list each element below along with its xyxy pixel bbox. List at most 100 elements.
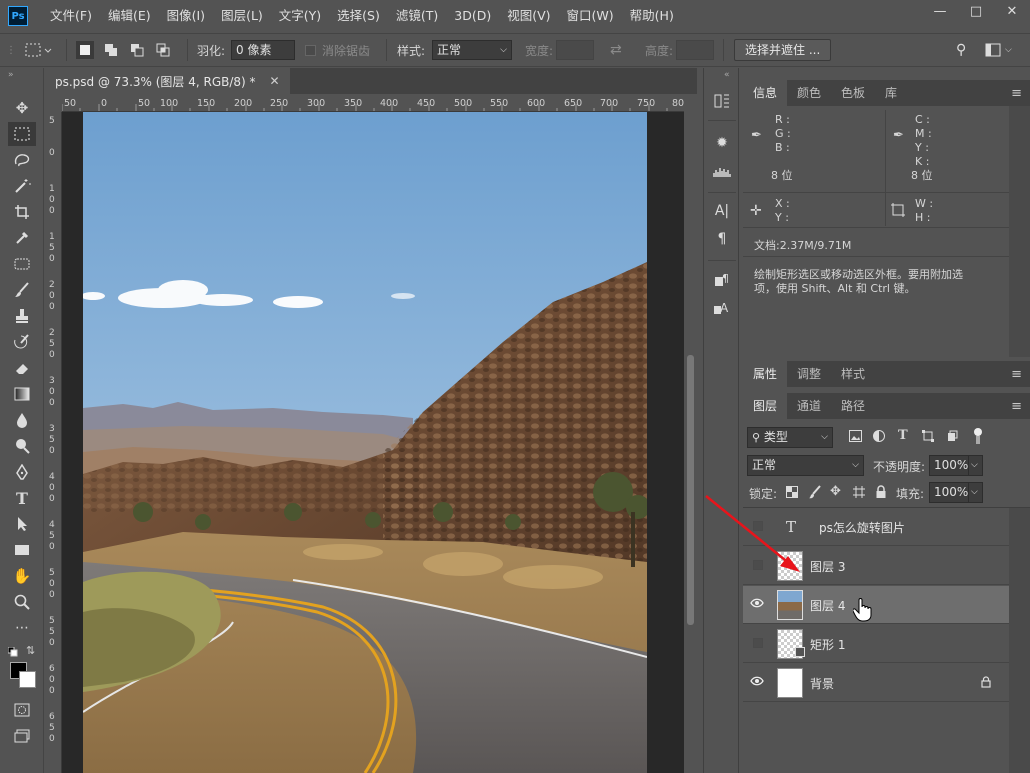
panel-menu-icon[interactable]: ≡ (1011, 86, 1022, 101)
info-panel-scrollbar[interactable] (1009, 106, 1030, 357)
eye-icon[interactable] (750, 597, 764, 611)
minimize-icon[interactable]: — (922, 0, 958, 22)
tab-color[interactable]: 颜色 (787, 80, 831, 106)
menu-help[interactable]: 帮助(H) (622, 0, 682, 32)
tab-layers[interactable]: 图层 (743, 393, 788, 419)
tab-channels[interactable]: 通道 (787, 393, 831, 419)
scrollbar-thumb[interactable] (687, 355, 694, 625)
menu-3d[interactable]: 3D(D) (446, 0, 499, 32)
canvas-vertical-scrollbar[interactable] (684, 95, 697, 773)
blend-mode-select[interactable]: 正常 ⌵ (747, 455, 864, 476)
more-tools-icon[interactable]: ⋯ (8, 616, 36, 640)
character-panel-icon[interactable]: A| (708, 200, 736, 222)
layer-row-selected[interactable]: 图层 4 (743, 586, 1009, 624)
paragraph-panel-icon[interactable]: ¶ (708, 228, 736, 250)
default-colors-icon[interactable] (7, 646, 18, 657)
filter-toggle-icon[interactable] (973, 427, 983, 448)
lock-image-pixels-icon[interactable] (808, 485, 822, 502)
menu-type[interactable]: 文字(Y) (271, 0, 329, 32)
tab-swatches[interactable]: 色板 (831, 80, 875, 106)
panel-menu-icon[interactable]: ≡ (1011, 367, 1022, 382)
collapse-panel-icon[interactable]: « (724, 70, 730, 80)
tab-properties[interactable]: 属性 (743, 361, 788, 387)
document-tab[interactable]: ps.psd @ 73.3% (图层 4, RGB/8) * ✕ (45, 68, 290, 94)
tab-libraries[interactable]: 库 (875, 80, 907, 106)
clone-stamp-tool-icon[interactable] (8, 304, 36, 328)
tab-adjustments[interactable]: 调整 (787, 361, 831, 387)
healing-brush-tool-icon[interactable] (8, 252, 36, 276)
intersect-selection-icon[interactable] (154, 41, 172, 59)
menu-edit[interactable]: 编辑(E) (100, 0, 159, 32)
pen-tool-icon[interactable] (8, 460, 36, 484)
search-icon[interactable]: ⚲ (956, 42, 966, 58)
tool-preset-picker[interactable] (24, 34, 54, 66)
paragraph-styles-icon[interactable]: ¶ (708, 268, 736, 290)
brush-tool-icon[interactable] (8, 278, 36, 302)
collapse-panel-icon[interactable]: » (8, 70, 14, 80)
magic-wand-tool-icon[interactable] (8, 174, 36, 198)
fill-slider-toggle[interactable]: ⌵ (968, 482, 983, 503)
subtract-from-selection-icon[interactable] (128, 41, 146, 59)
restore-icon[interactable]: □ (958, 0, 994, 22)
screen-mode-icon[interactable] (8, 724, 36, 748)
opacity-slider-toggle[interactable]: ⌵ (968, 455, 983, 476)
type-tool-icon[interactable]: T (8, 486, 36, 510)
layers-scrollbar[interactable] (1009, 508, 1030, 773)
lock-all-icon[interactable] (875, 485, 887, 502)
layer-visibility-toggle[interactable] (753, 638, 763, 648)
dodge-tool-icon[interactable] (8, 434, 36, 458)
new-selection-icon[interactable] (76, 41, 94, 59)
layer-row[interactable]: 矩形 1 (743, 625, 1009, 663)
select-and-mask-button[interactable]: 选择并遮住 ... (734, 39, 832, 61)
canvas-area[interactable] (62, 112, 684, 773)
history-brush-tool-icon[interactable] (8, 330, 36, 354)
swap-colors-icon[interactable]: ⇅ (26, 644, 35, 657)
color-swatches[interactable] (10, 662, 40, 692)
gradient-tool-icon[interactable] (8, 382, 36, 406)
menu-file[interactable]: 文件(F) (42, 0, 100, 32)
width-input[interactable] (556, 40, 594, 60)
menu-filter[interactable]: 滤镜(T) (388, 0, 446, 32)
menu-image[interactable]: 图像(I) (159, 0, 213, 32)
menu-window[interactable]: 窗口(W) (559, 0, 622, 32)
move-tool-icon[interactable]: ✥ (8, 96, 36, 120)
feather-input[interactable]: 0 像素 (231, 40, 295, 60)
zoom-tool-icon[interactable] (8, 590, 36, 614)
antialias-checkbox[interactable] (305, 44, 316, 56)
fill-input[interactable]: 100% (929, 482, 969, 503)
pixel-layer-filter-icon[interactable] (849, 430, 862, 445)
height-input[interactable] (676, 40, 714, 60)
opacity-input[interactable]: 100% (929, 455, 969, 476)
shape-layer-filter-icon[interactable] (922, 430, 934, 445)
rectangular-marquee-tool-icon[interactable] (8, 122, 36, 146)
menu-select[interactable]: 选择(S) (329, 0, 388, 32)
panel-menu-icon[interactable]: ≡ (1011, 399, 1022, 414)
close-tab-icon[interactable]: ✕ (270, 74, 280, 88)
rectangle-tool-icon[interactable] (8, 538, 36, 562)
navigator-panel-icon[interactable]: ✹ (708, 132, 736, 154)
menu-layer[interactable]: 图层(L) (213, 0, 271, 32)
history-panel-icon[interactable] (708, 90, 736, 112)
character-styles-icon[interactable]: A (708, 296, 736, 318)
lock-artboard-icon[interactable] (852, 485, 866, 502)
menu-view[interactable]: 视图(V) (499, 0, 558, 32)
canvas-image[interactable] (83, 112, 647, 773)
smart-object-filter-icon[interactable] (946, 430, 958, 445)
style-select[interactable]: 正常 ⌵ (432, 40, 512, 60)
background-color-swatch[interactable] (19, 671, 36, 688)
swap-dimensions-icon[interactable]: ⇄ (610, 42, 622, 58)
hand-tool-icon[interactable]: ✋ (8, 564, 36, 588)
path-selection-tool-icon[interactable] (8, 512, 36, 536)
layer-filter-select[interactable]: ⚲ 类型 ⌵ (747, 427, 833, 448)
quick-mask-icon[interactable] (8, 698, 36, 722)
layer-row[interactable]: 背景 (743, 664, 1009, 702)
histogram-panel-icon[interactable] (708, 160, 736, 182)
add-to-selection-icon[interactable] (102, 41, 120, 59)
lasso-tool-icon[interactable] (8, 148, 36, 172)
crop-tool-icon[interactable] (8, 200, 36, 224)
workspace-switcher[interactable]: ⌵ (985, 34, 1012, 66)
adjustment-layer-filter-icon[interactable] (873, 430, 885, 445)
tab-styles[interactable]: 样式 (831, 361, 875, 387)
lock-position-icon[interactable]: ✥ (830, 484, 841, 499)
eyedropper-tool-icon[interactable] (8, 226, 36, 250)
